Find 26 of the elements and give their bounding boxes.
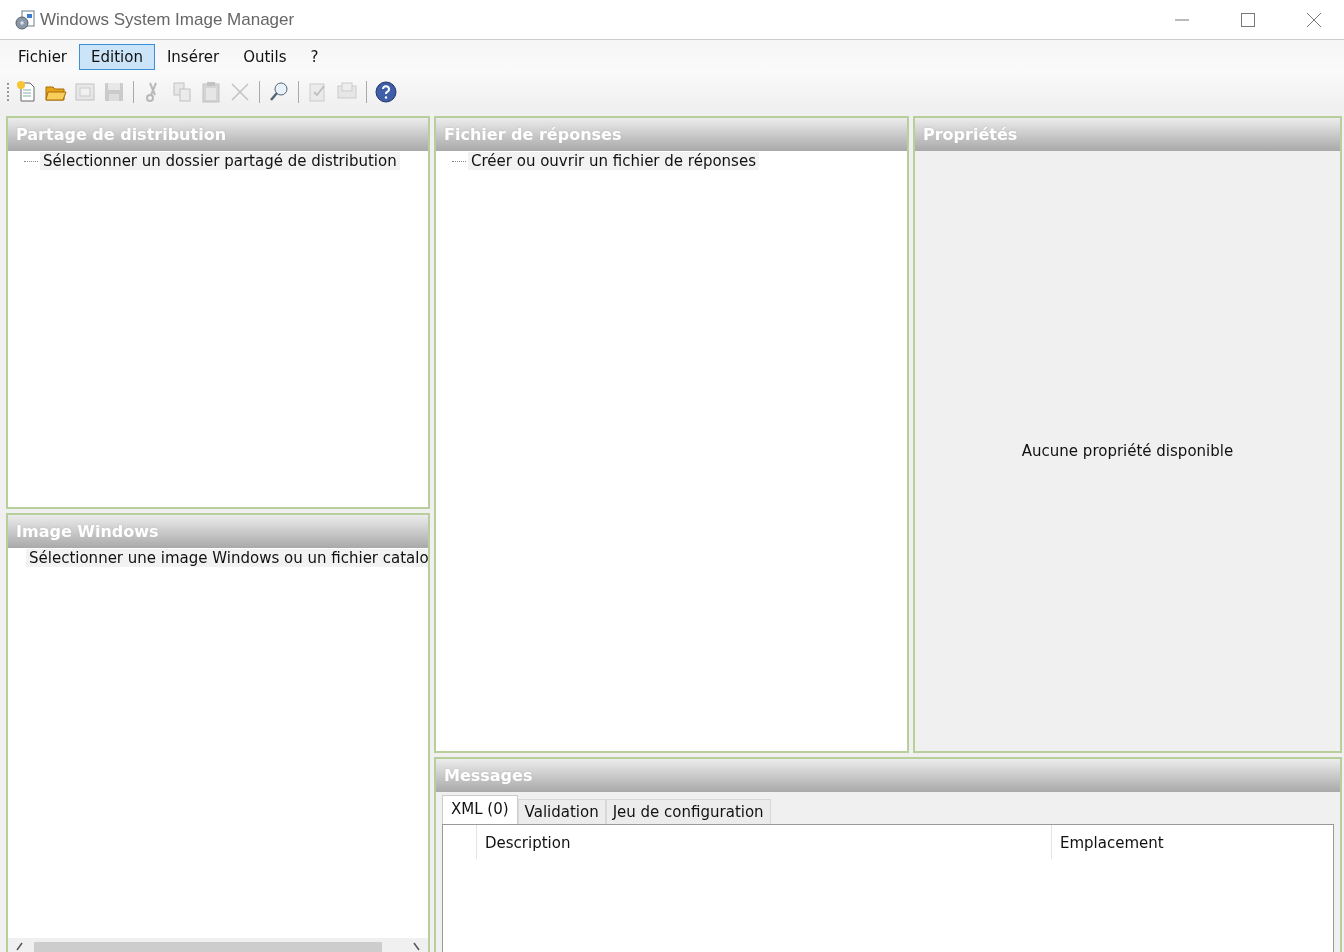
window-title: Windows System Image Manager (40, 9, 295, 30)
empty-message: Aucune propriété disponible (1021, 442, 1234, 460)
panel-header: Propriétés (915, 118, 1340, 151)
help-icon[interactable] (374, 80, 398, 104)
tab[interactable]: Jeu de configuration (605, 799, 771, 824)
column-header[interactable]: Emplacement (1052, 825, 1333, 859)
tree-item[interactable]: Sélectionner une image Windows ou un fichier catalo (26, 549, 428, 567)
menu-item[interactable]: Fichier (6, 44, 80, 70)
close-icon[interactable] (1306, 11, 1322, 28)
tab[interactable]: XML (0) (442, 795, 518, 824)
tree-item[interactable]: Sélectionner un dossier partagé de distribution (40, 152, 400, 170)
menu-item[interactable]: Outils (231, 44, 299, 70)
menu-item[interactable]: Insérer (154, 44, 232, 70)
panel-header: Messages (436, 759, 1340, 792)
menu-item[interactable]: ? (298, 44, 331, 70)
app-icon (14, 9, 36, 30)
tree-item[interactable]: Créer ou ouvrir un fichier de réponses (468, 152, 759, 170)
horizontal-scrollbar[interactable] (8, 938, 428, 952)
panel-header: Image Windows (8, 515, 428, 548)
grip-icon (6, 81, 10, 103)
panel-header: Fichier de réponses (436, 118, 907, 151)
menu-item[interactable]: Edition (79, 44, 155, 70)
panel-header: Partage de distribution (8, 118, 428, 151)
maximize-icon[interactable] (1240, 11, 1256, 28)
column-header[interactable]: Description (477, 825, 1052, 859)
tab[interactable]: Validation (517, 799, 606, 824)
